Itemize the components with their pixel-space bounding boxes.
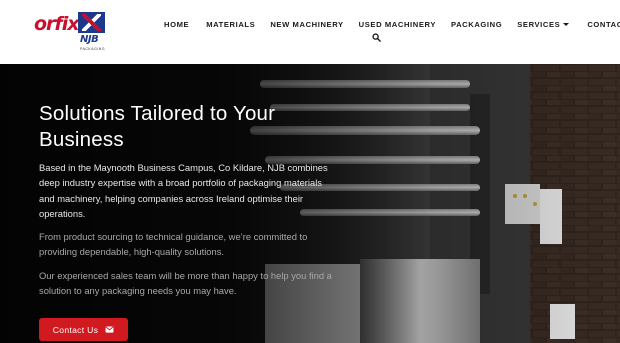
nav-item-materials[interactable]: MATERIALS xyxy=(206,19,255,29)
chevron-down-icon xyxy=(563,22,570,26)
envelope-icon xyxy=(105,326,114,333)
nav-item-packaging[interactable]: PACKAGING xyxy=(451,19,502,29)
logo-tagline: PACKAGING xyxy=(80,47,106,51)
hero-commitment-paragraph: From product sourcing to technical guida… xyxy=(39,231,308,258)
search-icon[interactable] xyxy=(372,33,381,42)
logo[interactable]: orfix NJB PACKAGING xyxy=(34,12,106,52)
site-header: orfix NJB PACKAGING HOME MATERIALS NEW M… xyxy=(0,0,620,64)
nav-item-home[interactable]: HOME xyxy=(164,19,189,29)
nav-item-services-label: SERVICES xyxy=(517,19,561,29)
logo-badge-icon xyxy=(78,12,105,33)
hero-intro-paragraph: Based in the Maynooth Business Campus, C… xyxy=(39,162,328,219)
nav-item-services[interactable]: SERVICES xyxy=(517,19,570,29)
nav-item-contact[interactable]: CONTACT xyxy=(587,19,620,29)
nav-item-new-machinery[interactable]: NEW MACHINERY xyxy=(270,19,343,29)
contact-us-label: Contact Us xyxy=(52,324,99,335)
logo-wordmark: orfix xyxy=(34,13,79,35)
main-nav: HOME MATERIALS NEW MACHINERY USED MACHIN… xyxy=(164,19,620,29)
hero-sales-paragraph: Our experienced sales team will be more … xyxy=(39,270,332,297)
hero-title: Solutions Tailored to Your Business xyxy=(39,102,276,151)
contact-us-button[interactable]: Contact Us xyxy=(39,318,128,341)
nav-item-used-machinery[interactable]: USED MACHINERY xyxy=(359,19,436,29)
logo-sub-wordmark: NJB xyxy=(80,34,99,45)
